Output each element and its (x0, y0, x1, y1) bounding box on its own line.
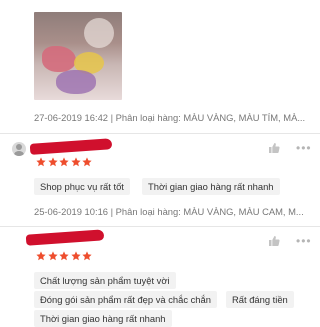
review-tag: Shop phục vụ rất tốt (34, 178, 130, 195)
thumbs-up-icon[interactable] (268, 142, 280, 154)
review-tag: Thời gian giao hàng rất nhanh (142, 178, 280, 195)
star-icon (70, 157, 81, 167)
star-icon (36, 251, 46, 261)
star-icon (59, 157, 69, 167)
more-options-icon[interactable]: ••• (296, 235, 312, 247)
star-icon (47, 157, 58, 167)
review-tag: Chất lượng sản phẩm tuyệt vời (34, 272, 176, 289)
star-icon (82, 251, 92, 261)
star-icon (36, 157, 46, 167)
divider (0, 133, 320, 134)
review-photo[interactable] (34, 12, 122, 100)
review-tag: Thời gian giao hàng rất nhanh (34, 310, 172, 327)
review-meta: 27-06-2019 16:42 | Phân loại hàng: MÀU V… (34, 112, 306, 123)
divider (0, 226, 320, 227)
review-tag: Rất đáng tiền (226, 291, 294, 308)
review-tag: Đóng gói sản phẩm rất đẹp và chắc chắn (34, 291, 217, 308)
more-options-icon[interactable]: ••• (296, 142, 312, 154)
star-icon (47, 251, 58, 261)
star-icon (70, 251, 81, 261)
thumbs-up-icon[interactable] (268, 235, 280, 247)
star-rating (36, 157, 92, 167)
star-icon (59, 251, 69, 261)
review-meta: 25-06-2019 10:16 | Phân loại hàng: MÀU V… (34, 206, 304, 217)
star-icon (82, 157, 92, 167)
avatar (12, 142, 26, 156)
redacted-username (29, 138, 113, 155)
star-rating (36, 251, 92, 261)
redacted-username (25, 229, 105, 246)
